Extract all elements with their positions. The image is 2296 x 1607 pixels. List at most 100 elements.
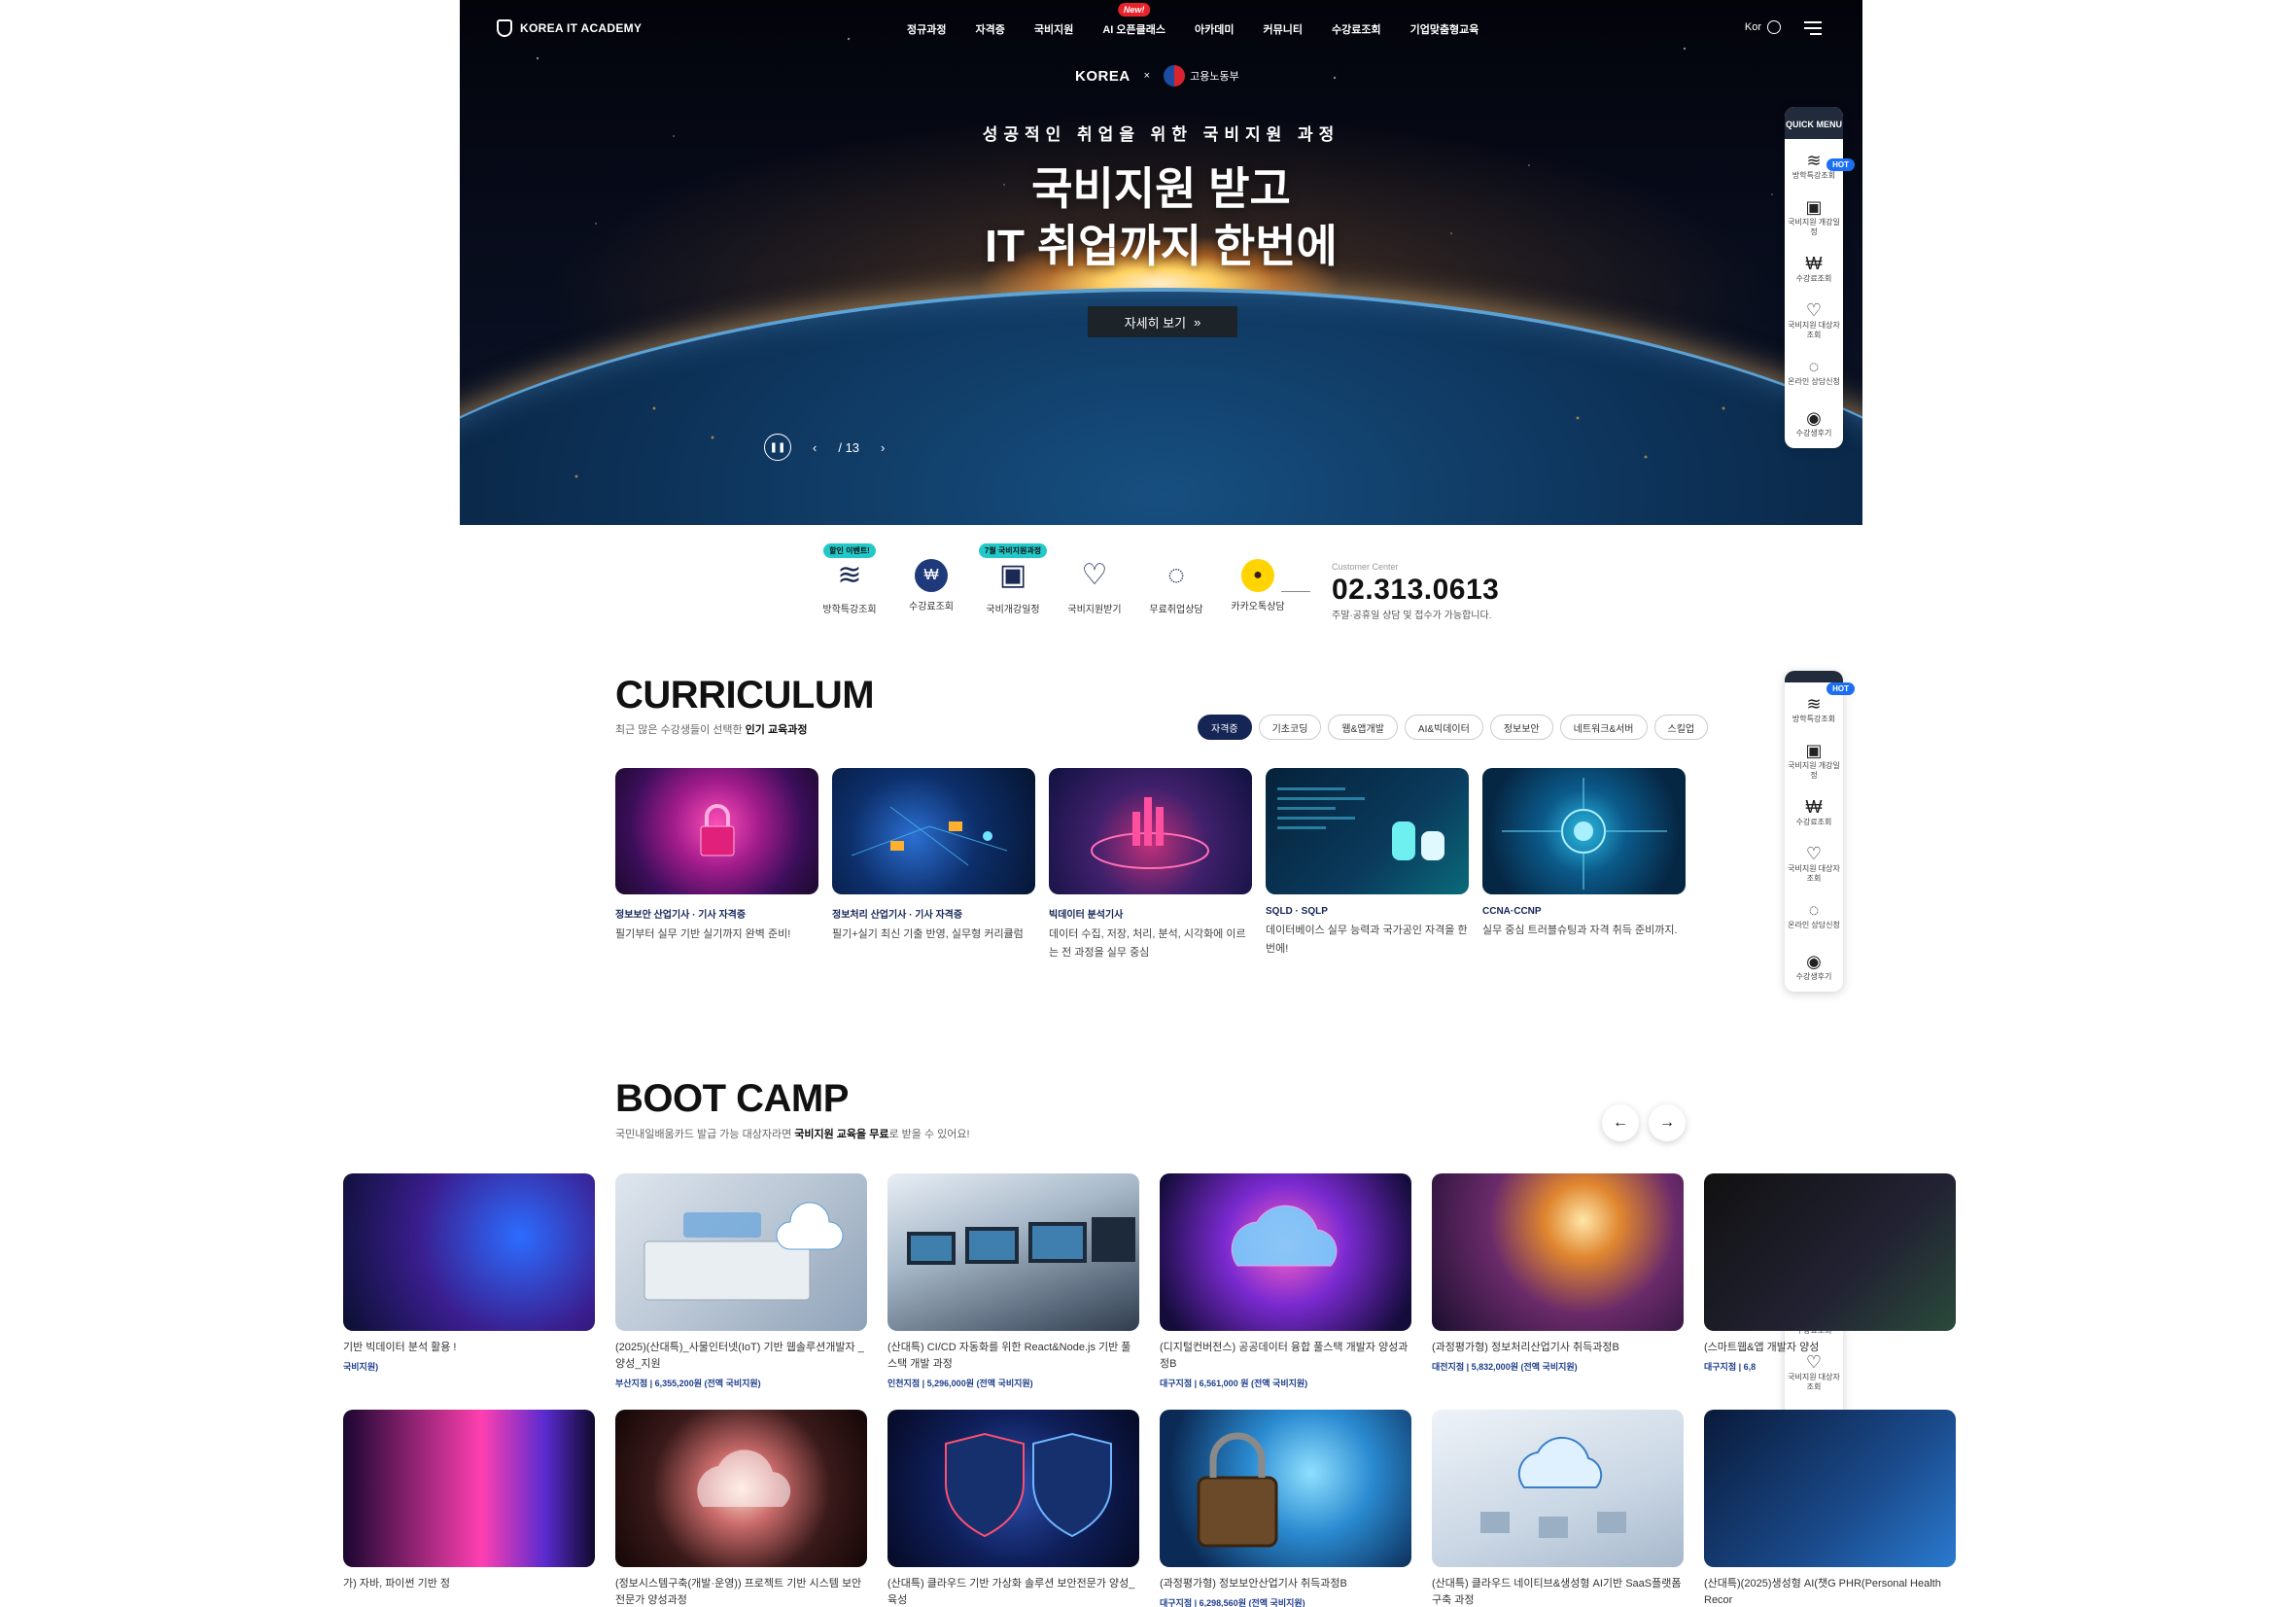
tab-security[interactable]: 정보보안	[1489, 715, 1553, 740]
tab-basic-coding[interactable]: 기초코딩	[1258, 715, 1322, 740]
logo-text: KOREA IT ACADEMY	[520, 21, 643, 35]
quick-menu-mid: HOT ≋ 방학특강조회 ▣ 국비지원 개강일정 ₩ 수강료조회 ♡ 국비지원 대상자조…	[1785, 671, 1855, 992]
bootcamp-card[interactable]: 기반 빅데이터 분석 활용 ! 국비지원)	[343, 1173, 595, 1373]
tab-web-app[interactable]: 웹&앱개발	[1328, 715, 1398, 740]
card-image	[1704, 1173, 1956, 1331]
card-image	[615, 1173, 867, 1331]
quick-item-consult[interactable]: ◌온라인 상담신청	[1785, 345, 1843, 397]
quick-item-tuition[interactable]: ₩수강료조회	[1785, 242, 1843, 294]
curriculum-card[interactable]: 정보처리 산업기사 · 기사 자격증 필기+실기 최신 기출 반영, 실무형 커…	[832, 768, 1035, 962]
card-image	[1266, 768, 1469, 894]
wave-icon: ≋	[1806, 693, 1822, 714]
bootcamp-prev-arrow-icon[interactable]: ←	[1602, 1104, 1639, 1141]
card-image	[615, 1410, 867, 1567]
pause-icon[interactable]: ❚❚	[764, 434, 791, 461]
card-image	[887, 1173, 1139, 1331]
bootcamp-card[interactable]: (디지털컨버전스) 공공데이터 융합 풀스택 개발자 양성과정B 대구지점 | …	[1160, 1173, 1411, 1389]
quick-item-consult[interactable]: ◌온라인 상담신청	[1785, 889, 1843, 940]
menu-item-certificate[interactable]: 자격증	[960, 21, 1019, 37]
curriculum-card[interactable]: 정보보안 산업기사 · 기사 자격증 필기부터 실무 기반 실기까지 완벽 준비…	[615, 768, 818, 962]
page: { "gnb":{ "logo":"KOREA IT ACADEMY", "me…	[0, 0, 2296, 1607]
card-image	[1482, 768, 1686, 894]
hand-heart-icon: ♡	[1081, 559, 1108, 591]
quick-item-tuition[interactable]: ₩수강료조회	[1785, 786, 1843, 837]
padlock-threat-icon	[1197, 1432, 1278, 1548]
bootcamp-card[interactable]: (산대특) CI/CD 자동화를 위한 React&Node.js 기반 풀스택…	[887, 1173, 1139, 1389]
service-consult[interactable]: ◌ 무료취업상담	[1135, 556, 1217, 615]
menu-item-ai-openclass[interactable]: New! AI 오픈클래스	[1088, 3, 1180, 37]
curriculum-card[interactable]: CCNA·CCNP 실무 중심 트러블슈팅과 자격 취득 준비까지.	[1482, 768, 1686, 962]
prev-slide-icon[interactable]: ‹	[813, 440, 817, 455]
card-image	[887, 1410, 1139, 1567]
site-logo[interactable]: KOREA IT ACADEMY	[497, 19, 642, 37]
hero-subtitle: 성공적인 취업을 위한 국비지원 과정	[982, 125, 1340, 144]
city-lights	[460, 350, 1862, 525]
curriculum-card[interactable]: 빅데이터 분석기사 데이터 수집, 저장, 처리, 분석, 시각화에 이르는 전…	[1049, 768, 1252, 962]
wave-icon: ≋	[837, 559, 862, 591]
bootcamp-card[interactable]: (2025)(산대특)_사물인터넷(IoT) 기반 웹솔루션개발자 _양성_지원…	[615, 1173, 867, 1389]
menu-item-tuition[interactable]: 수강료조회	[1317, 21, 1396, 37]
menu-item-corporate[interactable]: 기업맞춤형교육	[1396, 21, 1494, 37]
tab-skillup[interactable]: 스킬업	[1653, 715, 1709, 740]
card-image	[343, 1173, 595, 1331]
hero-banner: KOREA IT ACADEMY 정규과정 자격증 국비지원 New! AI 오픈…	[460, 0, 1862, 525]
monitors-icon	[907, 1217, 1135, 1265]
tab-network-server[interactable]: 네트워크&서버	[1559, 715, 1648, 740]
curriculum-tabs: 자격증 기초코딩 웹&앱개발 AI&빅데이터 정보보안 네트워크&서버 스킬업	[1198, 715, 1709, 740]
quick-item-eligibility[interactable]: ♡ 국비지원 대상자조회	[1785, 837, 1843, 889]
bootcamp-card[interactable]: (스마트웹&앱 개발자 양성 대구지점 | 6,8	[1704, 1173, 1956, 1373]
won-icon: ₩	[1805, 796, 1823, 817]
quick-item-eligibility[interactable]: ♡ 국비지원 대상자조회	[1785, 294, 1843, 345]
curriculum-card[interactable]: SQLD · SQLP 데이터베이스 실무 능력과 국가공인 자격을 한 번에!	[1266, 768, 1469, 962]
quick-item-schedule[interactable]: ▣국비지원 개강일정	[1785, 191, 1843, 242]
card-image	[1160, 1410, 1411, 1567]
service-schedule[interactable]: 7월 국비지원과정 ▣ 국비개강일정	[972, 543, 1054, 615]
card-image	[1432, 1173, 1684, 1331]
slide-counter: / 13	[838, 439, 860, 455]
hamburger-menu-icon[interactable]	[1804, 21, 1822, 39]
service-support[interactable]: ♡ 국비지원받기	[1054, 556, 1135, 615]
database-icon	[1277, 787, 1444, 860]
calendar-icon: ▣	[1805, 740, 1823, 760]
curriculum-desc: 최근 많은 수강생들이 선택한 인기 교육과정	[615, 724, 808, 736]
course-badge: 7월 국비지원과정	[978, 543, 1048, 558]
bootcamp-card[interactable]: 가) 자바, 파이썬 기반 정	[343, 1410, 595, 1592]
customer-phone[interactable]: 02.313.0613	[1332, 574, 1499, 607]
menu-item-community[interactable]: 커뮤니티	[1248, 21, 1316, 37]
language-selector[interactable]: Kor	[1745, 20, 1781, 34]
quick-menu-head-bar	[1785, 671, 1843, 682]
menu-item-national-support[interactable]: 국비지원	[1020, 21, 1088, 37]
circuit-chip-icon	[1502, 778, 1667, 890]
bootcamp-card[interactable]: (과정평가형) 정보보안산업기사 취득과정B 대구지점 | 6,298,560원…	[1160, 1410, 1411, 1607]
quick-item-reviews[interactable]: ◉수강생후기	[1785, 940, 1843, 992]
service-tuition[interactable]: ₩ 수강료조회	[890, 556, 972, 612]
card-image	[1704, 1410, 1956, 1567]
hero-detail-button[interactable]: 자세히 보기»	[1088, 306, 1237, 337]
tab-certificate[interactable]: 자격증	[1198, 715, 1252, 740]
cloud-icon	[1231, 1205, 1338, 1267]
quick-item-reviews[interactable]: ◉수강생후기	[1785, 397, 1843, 448]
hand-heart-icon: ♡	[1805, 843, 1823, 863]
menu-item-regular[interactable]: 정규과정	[892, 21, 960, 37]
tab-ai-bigdata[interactable]: AI&빅데이터	[1404, 715, 1483, 740]
bar-chart-icon	[1091, 797, 1209, 869]
bootcamp-card[interactable]: (산대특)(2025)생성형 AI(챗G PHR(Personal Health…	[1704, 1410, 1956, 1607]
card-image	[1049, 768, 1252, 894]
bootcamp-card[interactable]: (산대특) 클라우드 네이티브&생성형 AI기반 SaaS플랫폼 구축 과정	[1432, 1410, 1684, 1607]
service-kakao[interactable]: ● 카카오톡상담	[1217, 556, 1299, 612]
won-icon: ₩	[1805, 253, 1823, 273]
bootcamp-card[interactable]: (정보시스템구축(개발·운영)) 프로젝트 기반 시스템 보안 전문가 양성과정	[615, 1410, 867, 1607]
next-slide-icon[interactable]: ›	[881, 440, 885, 455]
service-vacation[interactable]: 할인 이벤트! ≋ 방학특강조회	[809, 543, 890, 615]
bootcamp-card[interactable]: (산대특) 클라우드 기반 가상화 솔루션 보안전문가 양성_육성	[887, 1410, 1139, 1607]
customer-center: Customer Center 02.313.0613 주말·공휴일 상담 및 …	[1332, 562, 1499, 621]
bootcamp-next-arrow-icon[interactable]: →	[1649, 1104, 1686, 1141]
new-badge: New!	[1117, 3, 1151, 17]
laptop-cloud-icon	[644, 1202, 844, 1301]
wave-icon: ≋	[1806, 150, 1822, 170]
main-menu: 정규과정 자격증 국비지원 New! AI 오픈클래스 아카데미 커뮤니티 수강료…	[892, 3, 1494, 37]
menu-item-academy[interactable]: 아카데미	[1180, 21, 1248, 37]
hero-title-line1: 국비지원 받고	[1031, 163, 1291, 214]
quick-item-schedule[interactable]: ▣국비지원 개강일정	[1785, 734, 1843, 786]
bootcamp-card[interactable]: (과정평가형) 정보처리산업기사 취득과정B 대전지점 | 5,832,000원…	[1432, 1173, 1684, 1373]
